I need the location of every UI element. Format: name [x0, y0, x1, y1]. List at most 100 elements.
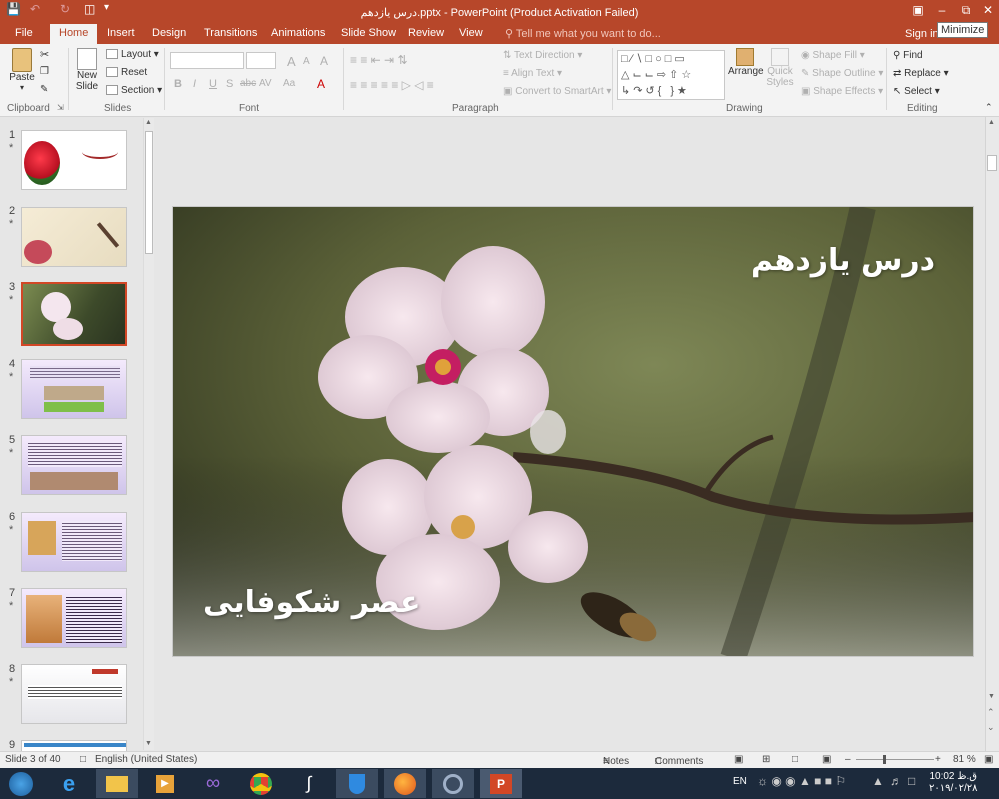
select-button[interactable]: ↖ Select ▾	[893, 86, 940, 97]
minimize-button[interactable]: –	[930, 0, 954, 22]
security-shield-icon[interactable]	[336, 769, 378, 798]
shape-fill-button[interactable]: ◉ Shape Fill ▾	[801, 50, 865, 61]
alignment-icons[interactable]: ≡ ≡ ≡ ≡ ≡ ▷ ◁ ≡	[350, 78, 434, 92]
tab-home[interactable]: Home	[50, 24, 98, 44]
slide-thumbnail-7[interactable]	[21, 588, 127, 648]
section-button[interactable]: Section ▾	[106, 85, 162, 96]
grow-font-icon[interactable]: A	[287, 54, 296, 69]
slide-scrollbar[interactable]	[985, 117, 999, 751]
powerpoint-taskbar-icon[interactable]: P	[480, 769, 522, 798]
media-player-icon[interactable]: ▶	[144, 769, 186, 798]
network-icon[interactable]: ▲	[872, 774, 884, 788]
shape-outline-button[interactable]: ✎ Shape Outline ▾	[801, 68, 883, 79]
previous-slide-icon[interactable]: ⌃	[987, 707, 995, 718]
ribbon-display-options-icon[interactable]: ▣	[906, 0, 930, 22]
paste-button[interactable]: Paste ▾	[8, 48, 36, 92]
slideshow-view-icon[interactable]: ▣	[822, 754, 831, 765]
reset-button[interactable]: Reset	[106, 67, 147, 78]
next-slide-icon[interactable]: ⌄	[987, 722, 995, 733]
collapse-ribbon-icon[interactable]: ⌃	[985, 102, 993, 113]
file-explorer-icon[interactable]	[96, 769, 138, 798]
arrange-button[interactable]: Arrange	[728, 48, 764, 77]
input-language[interactable]: EN	[733, 776, 747, 787]
tab-design[interactable]: Design	[152, 27, 186, 39]
tab-animations[interactable]: Animations	[271, 27, 325, 39]
slide-title[interactable]: درس یازدهم	[751, 243, 935, 278]
font-family-input[interactable]	[170, 52, 244, 69]
bullets-icon[interactable]: ≡ ≡ ⇤ ⇥ ⇅	[350, 53, 408, 67]
new-slide-button[interactable]: New Slide	[72, 48, 102, 92]
visual-studio-icon[interactable]: ∞	[192, 769, 234, 798]
reading-view-icon[interactable]: □	[792, 754, 798, 765]
font-size-input[interactable]	[246, 52, 276, 69]
slide-thumbnail-1[interactable]	[21, 130, 127, 190]
copy-icon[interactable]: ❐	[40, 66, 49, 77]
slide-thumbnail-8[interactable]	[21, 664, 127, 724]
slide-thumbnail-5[interactable]	[21, 435, 127, 495]
action-center-icon[interactable]: □	[908, 774, 915, 788]
text-direction-button[interactable]: ⇅ Text Direction ▾	[503, 50, 582, 61]
scroll-up-icon[interactable]: ▲	[988, 119, 995, 126]
scroll-up-icon[interactable]: ▲	[145, 119, 152, 126]
quick-styles-button[interactable]: Quick Styles	[764, 48, 796, 88]
strikethrough-button[interactable]: abc	[240, 78, 256, 89]
underline-button[interactable]: U	[209, 78, 217, 90]
slide-thumbnail-3[interactable]	[21, 282, 127, 346]
align-text-button[interactable]: ≡ Align Text ▾	[503, 68, 562, 79]
shape-effects-button[interactable]: ▣ Shape Effects ▾	[801, 86, 883, 97]
start-button[interactable]	[0, 769, 42, 798]
chrome-icon[interactable]	[240, 769, 282, 798]
tab-transitions[interactable]: Transitions	[204, 27, 257, 39]
dialog-launcher-icon[interactable]: ⇲	[57, 103, 64, 112]
slide-scroll-thumb[interactable]	[987, 155, 997, 171]
tab-review[interactable]: Review	[408, 27, 444, 39]
zoom-slider-handle[interactable]	[883, 755, 886, 764]
find-button[interactable]: ⚲ Find	[893, 50, 923, 61]
system-clock[interactable]: 10:02 ق.ظ ۲۰۱۹/۰۲/۲۸	[929, 771, 978, 795]
slide-sorter-icon[interactable]: ⊞	[762, 754, 770, 765]
slide-thumbnail-6[interactable]	[21, 512, 127, 572]
tell-me-search[interactable]: ⚲ Tell me what you want to do...	[505, 27, 661, 40]
volume-icon[interactable]: ♬	[890, 774, 902, 788]
shadow-button[interactable]: S	[226, 78, 233, 90]
language-indicator[interactable]: English (United States)	[95, 754, 197, 765]
internet-explorer-icon[interactable]: e	[48, 769, 90, 798]
font-color-icon[interactable]: A	[317, 77, 325, 91]
zoom-out-icon[interactable]: –	[845, 754, 851, 765]
tab-slide-show[interactable]: Slide Show	[341, 27, 396, 39]
replace-button[interactable]: ⇄ Replace ▾	[893, 68, 949, 79]
slide-thumbnail-9[interactable]	[21, 740, 127, 751]
format-painter-icon[interactable]: ✎	[40, 84, 48, 95]
normal-view-icon[interactable]: ▣	[734, 754, 743, 765]
thumbnail-scroll-thumb[interactable]	[145, 131, 153, 254]
italic-button[interactable]: I	[193, 78, 196, 90]
zoom-in-icon[interactable]: +	[935, 754, 941, 765]
current-slide[interactable]: درس یازدهم عصر شکوفایی	[172, 206, 974, 657]
slide-thumbnail-2[interactable]	[21, 207, 127, 267]
slide-thumbnail-4[interactable]	[21, 359, 127, 419]
tab-file[interactable]: File	[15, 27, 33, 39]
shapes-gallery[interactable]: □∕∖□○□▭ △⌙⌙⇨⇧☆ ↳↷↺{ }★	[617, 50, 725, 100]
tab-insert[interactable]: Insert	[107, 27, 135, 39]
tab-view[interactable]: View	[459, 27, 483, 39]
zoom-slider[interactable]	[856, 759, 934, 760]
restore-button[interactable]: ⧉	[954, 0, 978, 22]
tray-icons[interactable]: ☼ ◉ ◉ ▲ ■ ■ ⚐	[757, 774, 846, 788]
spellcheck-icon[interactable]: □	[80, 754, 86, 765]
firefox-icon[interactable]	[384, 769, 426, 798]
scroll-down-icon[interactable]: ▼	[145, 740, 152, 747]
close-button[interactable]: ✕	[976, 0, 999, 22]
layout-button[interactable]: Layout ▾	[106, 49, 159, 60]
browser-icon[interactable]	[432, 769, 474, 798]
change-case-button[interactable]: Aa	[283, 78, 295, 89]
bold-button[interactable]: B	[174, 78, 182, 90]
character-spacing-button[interactable]: AV	[259, 78, 272, 89]
cut-icon[interactable]: ✂	[40, 48, 49, 61]
sign-in-link[interactable]: Sign in	[905, 28, 939, 40]
convert-smartart-button[interactable]: ▣ Convert to SmartArt ▾	[503, 86, 611, 97]
scroll-down-icon[interactable]: ▼	[988, 693, 995, 700]
zoom-level[interactable]: 81 %	[953, 754, 976, 765]
clear-formatting-icon[interactable]: A	[320, 54, 328, 68]
bluetooth-icon[interactable]: ∫	[288, 769, 330, 798]
shrink-font-icon[interactable]: A	[303, 56, 310, 67]
